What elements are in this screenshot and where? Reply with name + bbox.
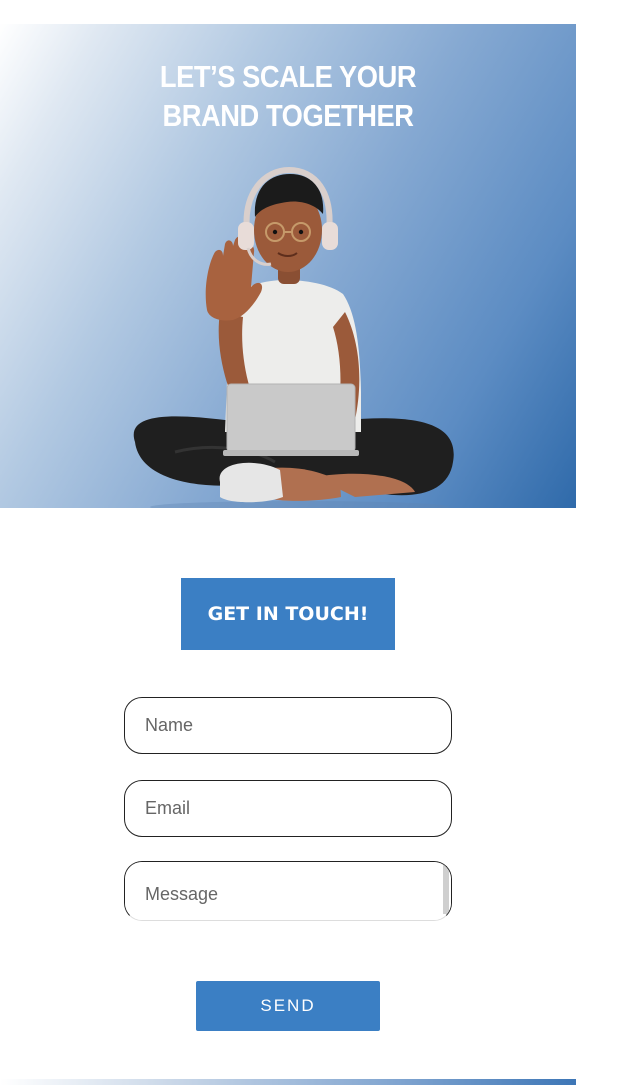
message-field[interactable] [125,862,451,920]
message-scrollbar[interactable] [443,864,449,914]
email-field[interactable] [124,780,452,837]
hero-title-line-2: BRAND TOGETHER [162,98,414,133]
person-with-laptop-illustration [133,166,454,508]
hero-title-line-1: LET’S SCALE YOUR [159,59,417,94]
name-field[interactable] [124,697,452,754]
hero-banner: LET’S SCALE YOUR BRAND TOGETHER [0,24,576,508]
footer-banner-edge [0,1079,576,1085]
get-in-touch-button[interactable]: GET IN TOUCH! [181,578,395,650]
send-button[interactable]: SEND [196,981,380,1031]
message-field-container [124,861,452,921]
